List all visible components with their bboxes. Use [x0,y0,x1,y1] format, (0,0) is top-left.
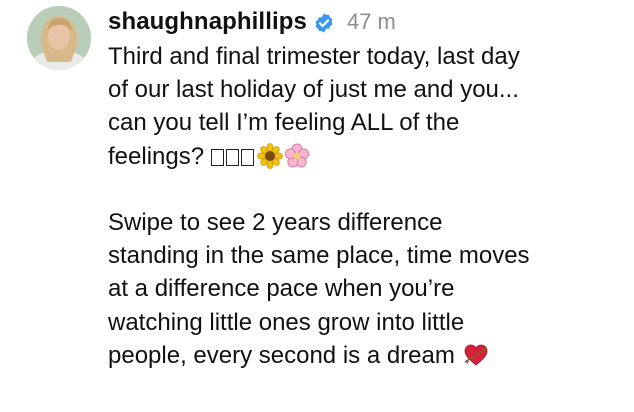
caption-line: watching little ones grow into little [108,308,465,336]
caption-text: Third and final trimester today, last da… [108,40,628,372]
caption-line: Swipe to see 2 years difference [108,208,443,236]
caption-line: at a difference pace when you’re [108,275,455,303]
caption-line-with-emoji: people, every second is a dream [108,339,628,372]
missing-glyph-icon [240,148,254,166]
avatar-photo [27,6,91,70]
verified-badge-icon [313,12,335,34]
caption-line: can you tell I’m feeling ALL of the [108,109,460,137]
sunflower-icon [256,142,283,169]
post-header: shaughnaphillips 47 m [108,4,628,40]
heart-arrow-icon [463,342,489,368]
post-timestamp: 47 m [346,9,396,34]
cherry-blossom-icon [284,143,310,169]
caption-line-with-emojis: feelings? [108,140,628,173]
username-link[interactable]: shaughnaphillips [108,8,307,36]
caption-line: standing in the same place, time moves [108,242,530,270]
caption-line-text: people, every second is a dream [108,341,455,369]
caption-line: of our last holiday of just me and you..… [108,76,519,104]
caption-line-text: feelings? [108,142,205,170]
caption-line: Third and final trimester today, last da… [108,43,520,70]
comment-post: shaughnaphillips 47 m Third and final tr… [0,0,634,412]
missing-glyph-icon [210,148,224,166]
missing-glyph-icon [225,148,239,166]
avatar[interactable] [27,6,91,70]
